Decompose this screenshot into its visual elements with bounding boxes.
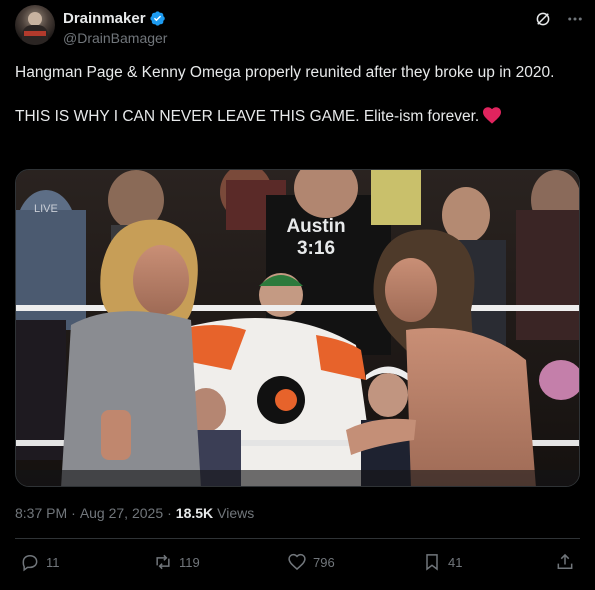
views-label: Views <box>217 505 255 521</box>
red-heart-icon <box>483 107 502 124</box>
avatar[interactable] <box>15 5 55 45</box>
shirt-text-line2: 3:16 <box>297 238 335 259</box>
bookmark-button[interactable]: 41 <box>422 552 462 572</box>
tweet-image[interactable]: Austin 3:16 LIVE <box>15 169 580 487</box>
reply-button[interactable]: 11 <box>20 552 60 572</box>
meta-separator-2: · <box>167 505 172 521</box>
grok-icon[interactable] <box>533 9 553 29</box>
bookmark-icon <box>426 554 438 571</box>
more-options-icon[interactable] <box>565 9 585 29</box>
tweet-actions: 11 119 796 41 <box>15 552 580 578</box>
tweet-date[interactable]: Aug 27, 2025 <box>80 505 163 521</box>
shirt-text-line1: Austin <box>286 216 345 237</box>
tweet-meta: 8:37 PM · Aug 27, 2025 · 18.5K Views <box>15 505 254 521</box>
meta-separator: · <box>71 505 76 521</box>
tweet-text-line2-wrap: THIS IS WHY I CAN NEVER LEAVE THIS GAME.… <box>15 106 580 128</box>
reply-icon <box>22 554 38 572</box>
tweet-card: Drainmaker @DrainBamager Hangman Page & … <box>0 0 595 590</box>
header-actions <box>533 9 585 29</box>
banner-text: LIVE <box>34 203 58 215</box>
share-icon <box>557 553 573 569</box>
reply-count: 11 <box>46 554 60 570</box>
bookmark-count: 41 <box>448 554 463 570</box>
heart-icon <box>288 553 306 571</box>
divider <box>15 538 580 539</box>
like-button[interactable]: 796 <box>287 552 335 572</box>
tweet-text-line2: THIS IS WHY I CAN NEVER LEAVE THIS GAME.… <box>15 108 480 125</box>
display-name[interactable]: Drainmaker <box>63 10 146 27</box>
name-row: Drainmaker <box>63 8 166 28</box>
tweet-time[interactable]: 8:37 PM <box>15 505 67 521</box>
share-button[interactable] <box>555 552 581 572</box>
repost-button[interactable]: 119 <box>153 552 200 572</box>
repost-icon <box>156 554 170 570</box>
tweet-header: Drainmaker @DrainBamager <box>15 5 585 47</box>
like-count: 796 <box>313 554 335 570</box>
verified-badge-icon <box>149 10 165 26</box>
tweet-text-line1: Hangman Page & Kenny Omega properly reun… <box>15 64 555 81</box>
views-count: 18.5K <box>175 505 214 521</box>
handle[interactable]: @DrainBamager <box>63 30 167 46</box>
repost-count: 119 <box>179 554 200 570</box>
tweet-text: Hangman Page & Kenny Omega properly reun… <box>15 62 580 128</box>
ring-rope-top <box>16 305 579 311</box>
wrestling-scene-image: Austin 3:16 LIVE <box>16 170 579 486</box>
